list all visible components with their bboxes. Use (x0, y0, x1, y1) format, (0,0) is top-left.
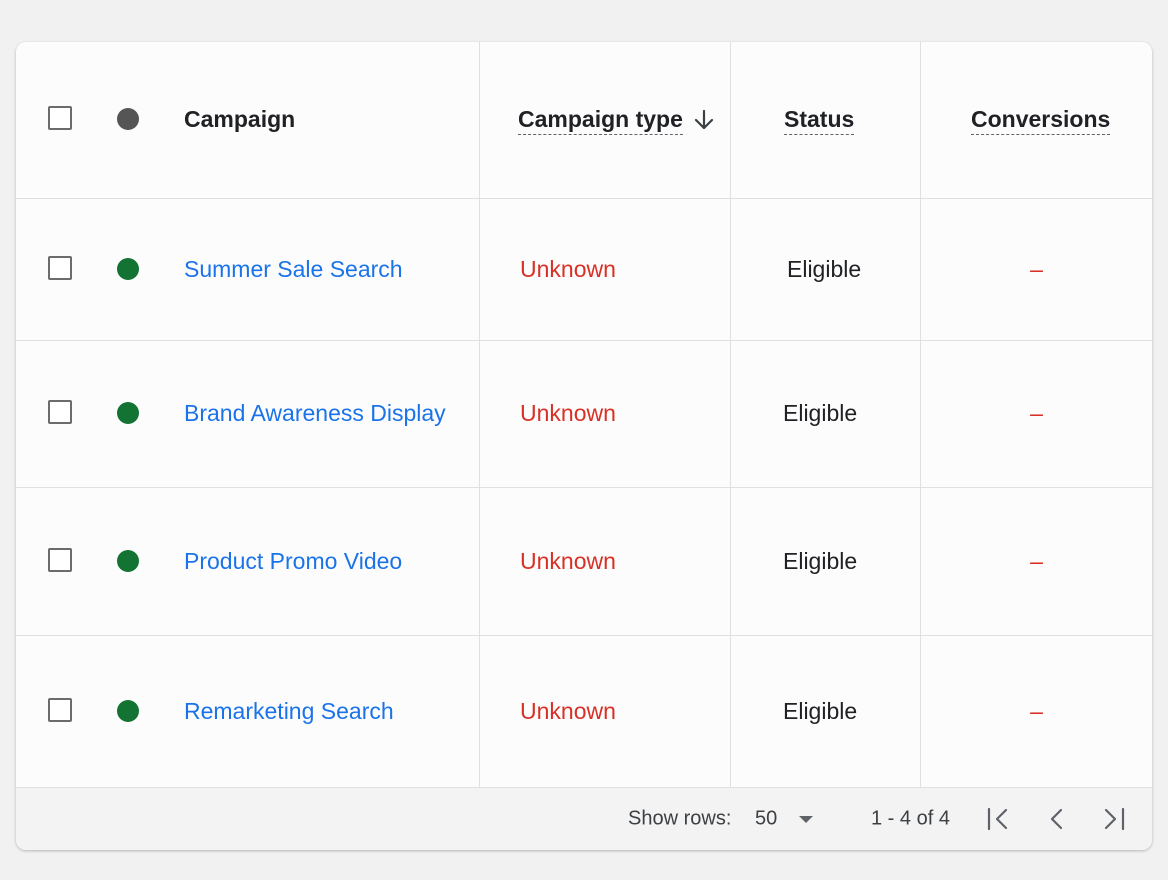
dropdown-arrow-icon[interactable] (796, 813, 816, 825)
header-conversions[interactable]: Conversions (971, 106, 1111, 135)
table-row: Product Promo Video Unknown Eligible – (16, 488, 1152, 636)
campaign-link[interactable]: Remarketing Search (184, 697, 394, 724)
conversions-value: – (1030, 547, 1043, 574)
campaign-type-value: Unknown (520, 547, 616, 574)
status-value: Eligible (783, 399, 858, 426)
conversions-value: – (1030, 255, 1043, 282)
conversions-value: – (1030, 697, 1043, 724)
status-value: Eligible (783, 697, 858, 724)
status-dot (117, 402, 139, 424)
campaign-link[interactable]: Product Promo Video (184, 547, 402, 574)
last-page-icon[interactable] (1100, 806, 1128, 832)
previous-page-icon[interactable] (1044, 806, 1070, 832)
row-checkbox[interactable] (48, 697, 72, 722)
campaign-link[interactable]: Brand Awareness Display (184, 400, 446, 427)
row-checkbox[interactable] (48, 547, 72, 572)
row-checkbox[interactable] (48, 400, 72, 424)
row-checkbox[interactable] (48, 255, 72, 280)
status-dot (117, 549, 139, 572)
status-value: Eligible (783, 547, 858, 574)
header-campaign[interactable]: Campaign (184, 106, 295, 133)
campaign-type-value: Unknown (520, 697, 616, 724)
status-dot (117, 257, 139, 280)
show-rows-label: Show rows: (628, 807, 732, 830)
status-dot (117, 699, 139, 722)
table-row: Remarketing Search Unknown Eligible – (16, 636, 1152, 787)
rows-per-page-value[interactable]: 50 (755, 808, 777, 831)
status-dot-header (117, 108, 139, 130)
status-value: Eligible (787, 255, 862, 282)
campaign-link[interactable]: Summer Sale Search (184, 255, 403, 282)
arrow-down-icon[interactable] (693, 108, 715, 132)
select-all-checkbox[interactable] (48, 106, 72, 130)
first-page-icon[interactable] (984, 806, 1012, 832)
campaigns-table: Campaign Campaign type Status Conversion… (16, 42, 1152, 850)
conversions-value: – (1030, 399, 1043, 426)
page-range: 1 - 4 of 4 (871, 807, 950, 830)
header-campaign-type[interactable]: Campaign type (518, 106, 683, 135)
campaign-type-value: Unknown (520, 255, 616, 282)
table-row: Summer Sale Search Unknown Eligible – (16, 199, 1152, 341)
table-header: Campaign Campaign type Status Conversion… (16, 42, 1152, 199)
table-row: Brand Awareness Display Unknown Eligible… (16, 341, 1152, 488)
header-status[interactable]: Status (784, 106, 855, 135)
pagination-bar: Show rows: 50 1 - 4 of 4 (16, 787, 1152, 850)
campaign-type-value: Unknown (520, 399, 616, 426)
